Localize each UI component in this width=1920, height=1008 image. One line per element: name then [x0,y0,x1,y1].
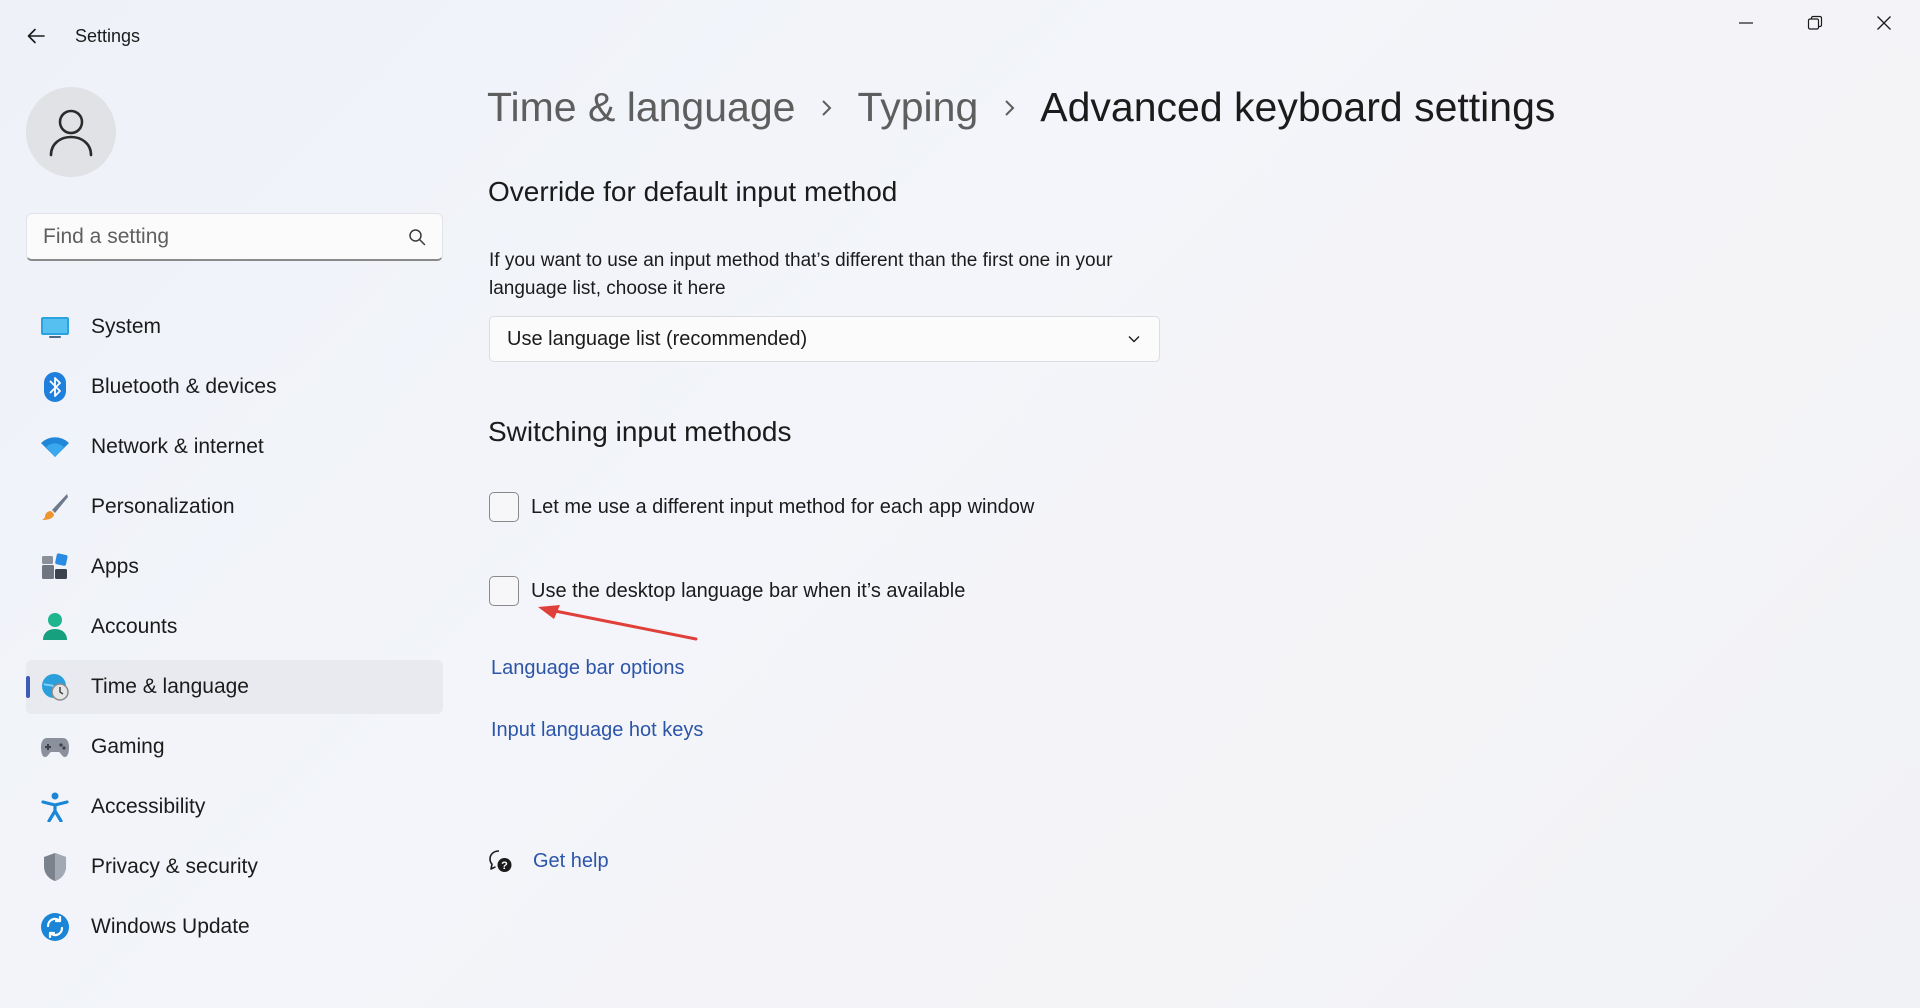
avatar[interactable] [26,87,116,177]
minimize-button[interactable] [1712,0,1780,46]
search-box[interactable] [26,213,443,261]
sidebar-item-apps[interactable]: Apps [26,540,443,594]
sidebar-item-label: Network & internet [91,435,264,458]
sidebar-item-personalization[interactable]: Personalization [26,480,443,534]
sidebar-item-windows-update[interactable]: Windows Update [26,900,443,954]
shield-icon [40,852,70,882]
close-icon [1877,16,1891,30]
help-chat-icon: ? [489,850,512,872]
sidebar-item-network[interactable]: Network & internet [26,420,443,474]
sidebar-item-label: Gaming [91,735,165,758]
page-title: Advanced keyboard settings [1040,84,1556,130]
dropdown-value: Use language list (recommended) [507,327,808,350]
chevron-right-icon [1002,98,1016,118]
sidebar-item-label: Personalization [91,495,235,518]
get-help-link[interactable]: ? Get help [487,848,609,874]
sidebar-item-bluetooth[interactable]: Bluetooth & devices [26,360,443,414]
sidebar-item-time-language[interactable]: Time & language [26,660,443,714]
get-help-label: Get help [533,849,609,872]
sidebar-item-label: Time & language [91,675,249,698]
sidebar-item-label: Bluetooth & devices [91,375,277,398]
accessibility-icon [40,792,70,822]
sidebar-item-label: Accounts [91,615,178,638]
svg-text:?: ? [501,860,508,872]
app-title: Settings [75,26,141,46]
sidebar-item-label: Privacy & security [91,855,258,878]
sidebar-item-accounts[interactable]: Accounts [26,600,443,654]
close-button[interactable] [1850,0,1918,46]
sidebar-item-privacy[interactable]: Privacy & security [26,840,443,894]
checkbox-label: Let me use a different input method for … [531,495,1035,518]
person-icon [40,612,70,642]
switching-section-title: Switching input methods [488,416,792,447]
title-bar: Settings [0,0,1920,72]
input-method-dropdown[interactable]: Use language list (recommended) [489,316,1160,362]
breadcrumb-typing[interactable]: Typing [857,84,978,131]
input-language-hot-keys-link[interactable]: Input language hot keys [491,719,703,742]
globe-clock-icon [40,672,70,702]
sidebar-item-label: Windows Update [91,915,250,938]
per-app-input-method-option[interactable]: Let me use a different input method for … [489,492,1034,522]
sidebar-item-label: System [91,315,162,338]
override-section-title: Override for default input method [488,176,898,207]
restore-icon [1807,15,1823,30]
sidebar-item-label: Apps [91,555,139,578]
search-icon[interactable] [408,228,426,246]
per-app-input-method-checkbox[interactable] [489,492,519,522]
language-bar-options-link[interactable]: Language bar options [491,657,685,680]
brush-icon [40,492,70,522]
user-icon [49,109,93,157]
sidebar-item-accessibility[interactable]: Accessibility [26,780,443,834]
sidebar-item-system[interactable]: System [26,300,443,354]
annotation-arrow [538,605,698,641]
bluetooth-icon [40,372,70,402]
back-button[interactable] [20,18,52,54]
apps-icon [40,552,70,582]
search-input[interactable] [43,224,408,249]
restore-button[interactable] [1781,0,1849,46]
minimize-icon [1739,22,1753,24]
sidebar-item-label: Accessibility [91,795,206,818]
gamepad-icon [40,732,70,762]
chevron-down-icon [1128,336,1140,343]
desktop-language-bar-checkbox[interactable] [489,576,519,606]
back-arrow-icon [27,28,45,44]
breadcrumb-time-language[interactable]: Time & language [487,84,795,131]
sidebar-item-gaming[interactable]: Gaming [26,720,443,774]
sidebar-nav: System Bluetooth & devices Network & int… [26,300,443,960]
override-description: If you want to use an input method that’… [489,250,1113,299]
chevron-right-icon [819,98,833,118]
update-icon [40,912,70,942]
monitor-icon [40,312,70,342]
breadcrumb: Time & language Typing Advanced keyboard… [487,84,1555,131]
wifi-icon [40,432,70,462]
